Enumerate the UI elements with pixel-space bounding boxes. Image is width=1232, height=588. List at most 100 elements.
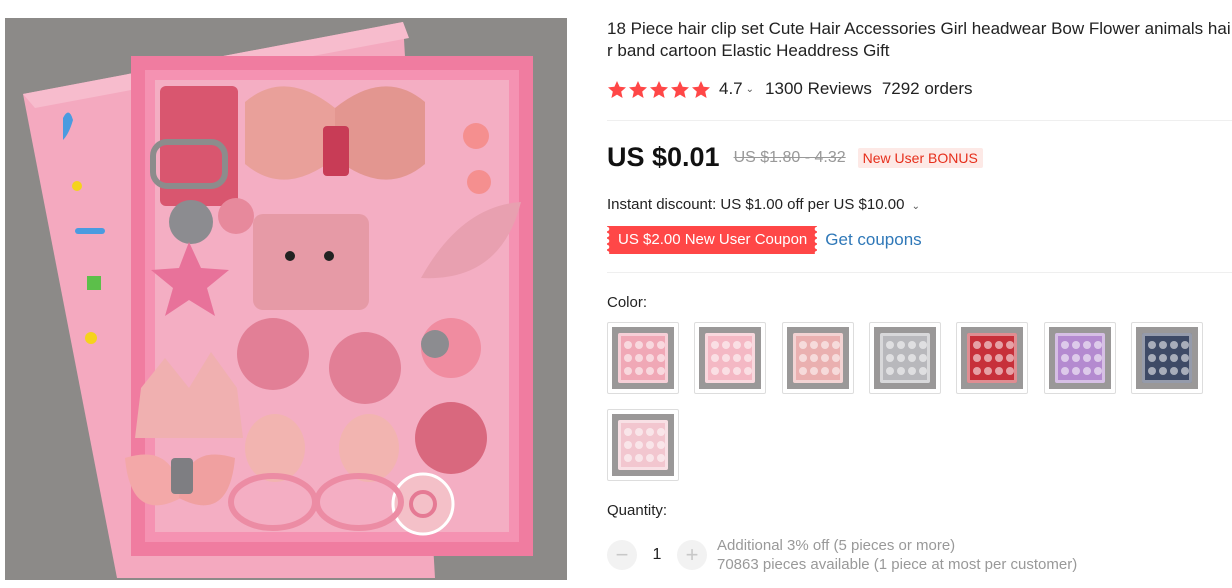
swatch-item-dot	[1148, 341, 1156, 349]
swatch-item-dot	[908, 367, 916, 375]
swatch-item-dot	[984, 354, 992, 362]
coupon-row: US $2.00 New User Coupon Get coupons	[607, 226, 922, 254]
swatch-item-dot	[1061, 341, 1069, 349]
star-icon	[629, 80, 647, 98]
swatch-item-dot	[646, 367, 654, 375]
swatch-thumbnail	[1136, 327, 1198, 389]
swatch-item-dot	[995, 367, 1003, 375]
swatch-item-dot	[973, 341, 981, 349]
swatch-item-dot	[1159, 367, 1167, 375]
chevron-down-icon[interactable]: ⌄	[912, 201, 920, 212]
swatch-item-dot	[646, 454, 654, 462]
price-row: US $0.01 US $1.80 - 4.32 New User BONUS	[607, 142, 983, 173]
quantity-label: Quantity:	[607, 502, 668, 519]
original-price: US $1.80 - 4.32	[733, 148, 846, 166]
swatch-thumbnail	[787, 327, 849, 389]
swatch-box	[793, 333, 843, 383]
swatch-item-dot	[1006, 354, 1014, 362]
color-swatch-pink-set-3[interactable]	[782, 322, 854, 394]
swatch-item-dot	[1061, 354, 1069, 362]
get-coupons-link[interactable]: Get coupons	[825, 230, 921, 250]
swatch-item-dot	[973, 367, 981, 375]
new-user-bonus-badge: New User BONUS	[857, 147, 983, 168]
swatch-item-dot	[657, 441, 665, 449]
swatch-item-dot	[657, 354, 665, 362]
swatch-item-dot	[635, 354, 643, 362]
swatch-item-dot	[919, 341, 927, 349]
rating-stars[interactable]	[607, 80, 711, 99]
swatch-item-dot	[635, 367, 643, 375]
swatch-item-dot	[799, 367, 807, 375]
swatch-item-dot	[995, 341, 1003, 349]
divider	[607, 120, 1232, 121]
chevron-down-icon[interactable]: ⌄	[746, 84, 754, 95]
swatch-item-dot	[624, 441, 632, 449]
product-main-image[interactable]	[5, 18, 567, 580]
swatch-item-dot	[832, 341, 840, 349]
swatch-item-dot	[1006, 367, 1014, 375]
swatch-item-dot	[1083, 341, 1091, 349]
swatch-item-dot	[744, 341, 752, 349]
swatch-box	[880, 333, 930, 383]
swatch-item-dot	[711, 341, 719, 349]
swatch-thumbnail	[612, 327, 674, 389]
instant-discount[interactable]: Instant discount: US $1.00 off per US $1…	[607, 196, 931, 213]
swatch-item-dot	[1072, 341, 1080, 349]
quantity-row: − 1 + Additional 3% off (5 pieces or mor…	[607, 536, 1077, 574]
swatch-item-dot	[744, 367, 752, 375]
swatch-item-dot	[722, 354, 730, 362]
swatch-item-dot	[821, 341, 829, 349]
swatch-item-dot	[657, 341, 665, 349]
swatch-item-dot	[1170, 341, 1178, 349]
swatch-item-dot	[1072, 367, 1080, 375]
color-swatch-navy-set[interactable]	[1131, 322, 1203, 394]
swatch-item-dot	[1061, 367, 1069, 375]
color-swatch-pink-set-2[interactable]	[694, 322, 766, 394]
rating-value[interactable]: 4.7	[719, 79, 743, 99]
new-user-coupon[interactable]: US $2.00 New User Coupon	[607, 226, 818, 254]
swatch-item-dot	[711, 354, 719, 362]
swatch-item-dot	[711, 367, 719, 375]
swatch-item-dot	[733, 354, 741, 362]
star-icon	[671, 80, 689, 98]
reviews-count[interactable]: 1300 Reviews	[765, 79, 872, 99]
quantity-increase-button[interactable]: +	[677, 540, 707, 570]
swatch-item-dot	[722, 367, 730, 375]
quantity-input[interactable]: 1	[637, 546, 677, 564]
swatch-box	[618, 333, 668, 383]
divider	[607, 272, 1232, 273]
quantity-info: Additional 3% off (5 pieces or more) 708…	[717, 536, 1077, 574]
swatch-item-dot	[1170, 354, 1178, 362]
swatch-item-dot	[1072, 354, 1080, 362]
swatch-item-dot	[624, 341, 632, 349]
color-swatch-gift-box[interactable]	[607, 409, 679, 481]
swatch-item-dot	[897, 354, 905, 362]
swatch-thumbnail	[699, 327, 761, 389]
swatch-item-dot	[646, 441, 654, 449]
swatch-item-dot	[1181, 354, 1189, 362]
quantity-decrease-button[interactable]: −	[607, 540, 637, 570]
swatch-item-dot	[635, 428, 643, 436]
swatch-item-dot	[1148, 354, 1156, 362]
swatch-item-dot	[1148, 367, 1156, 375]
swatch-item-dot	[897, 341, 905, 349]
color-swatch-purple-set[interactable]	[1044, 322, 1116, 394]
swatch-item-dot	[646, 428, 654, 436]
swatch-box	[1055, 333, 1105, 383]
swatch-item-dot	[1159, 354, 1167, 362]
color-swatch-red-set[interactable]	[956, 322, 1028, 394]
swatch-item-dot	[973, 354, 981, 362]
current-price: US $0.01	[607, 142, 720, 172]
product-photo	[23, 22, 533, 578]
color-swatch-grey-set[interactable]	[869, 322, 941, 394]
star-icon	[608, 80, 626, 98]
swatch-item-dot	[799, 354, 807, 362]
swatch-box	[967, 333, 1017, 383]
swatch-item-dot	[635, 441, 643, 449]
swatch-box	[705, 333, 755, 383]
star-icon	[650, 80, 668, 98]
availability-text: 70863 pieces available (1 piece at most …	[717, 556, 1078, 573]
swatch-item-dot	[995, 354, 1003, 362]
color-swatch-pink-set-1[interactable]	[607, 322, 679, 394]
swatch-item-dot	[1083, 367, 1091, 375]
